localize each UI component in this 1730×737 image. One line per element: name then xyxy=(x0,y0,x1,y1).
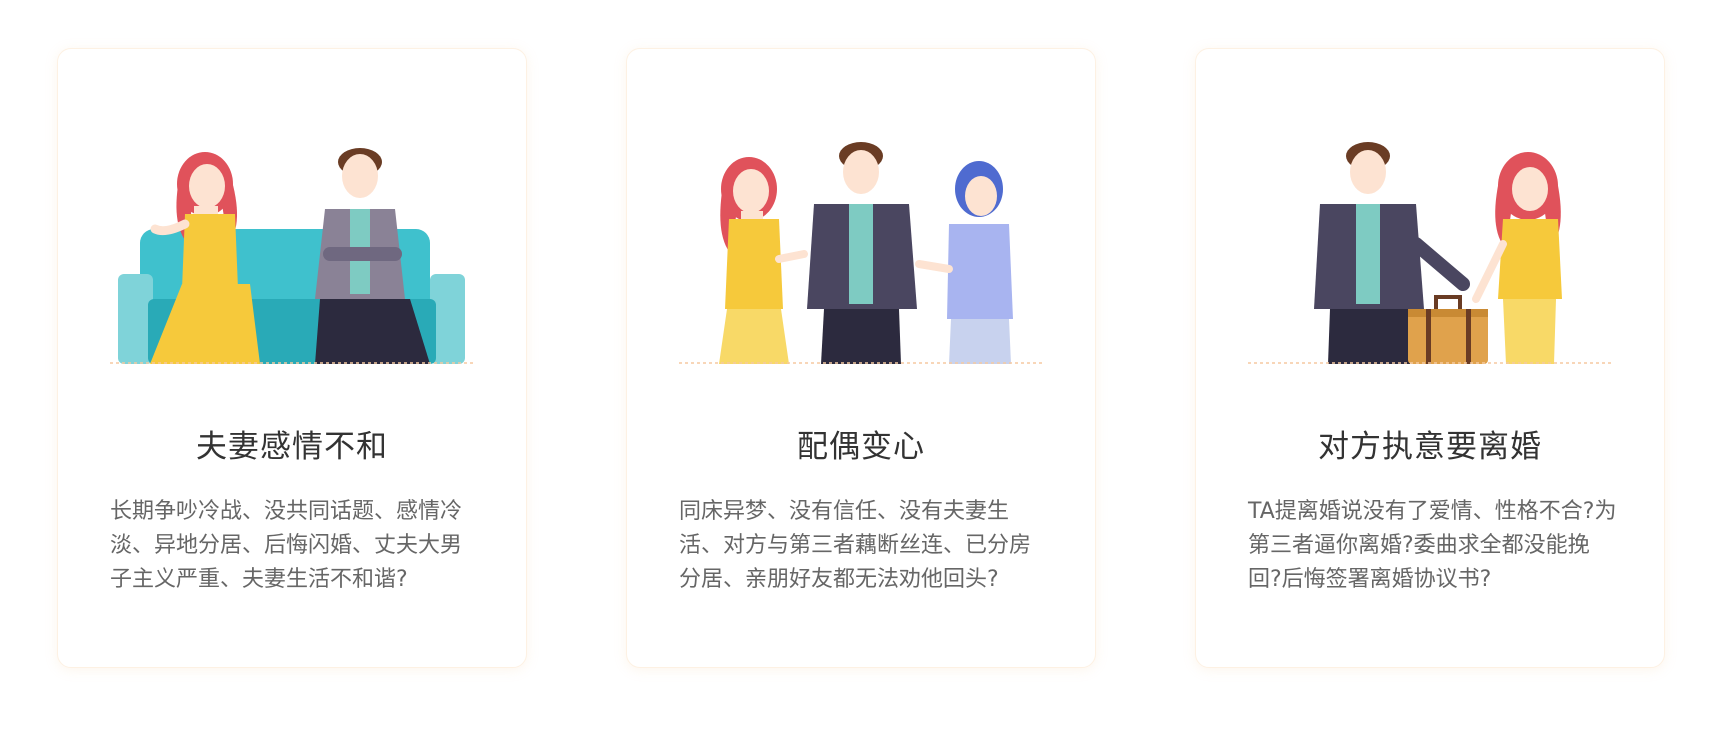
woman-leaving-with-suitcase-illustration xyxy=(1248,114,1613,364)
card-title: 配偶变心 xyxy=(797,429,925,465)
cards-section: 夫妻感情不和 长期争吵冷战、没共同话题、感情冷淡、异地分居、后悔闪婚、丈夫大男子… xyxy=(0,0,1730,737)
card-marriage-discord[interactable]: 夫妻感情不和 长期争吵冷战、没共同话题、感情冷淡、异地分居、后悔闪婚、丈夫大男子… xyxy=(57,48,527,668)
card-partner-insists-divorce[interactable]: 对方执意要离婚 TA提离婚说没有了爱情、性格不合?为第三者逼你离婚?委曲求全都没… xyxy=(1195,48,1665,668)
card-description: TA提离婚说没有了爱情、性格不合?为第三者逼你离婚?委曲求全都没能挽回?后悔签署… xyxy=(1248,499,1617,592)
card-description: 同床异梦、没有信任、没有夫妻生活、对方与第三者藕断丝连、已分房分居、亲朋好友都无… xyxy=(679,499,1032,592)
card-description: 长期争吵冷战、没共同话题、感情冷淡、异地分居、后悔闪婚、丈夫大男子主义严重、夫妻… xyxy=(110,499,463,592)
love-triangle-illustration xyxy=(679,114,1044,364)
card-title: 夫妻感情不和 xyxy=(196,429,388,465)
card-spouse-unfaithful[interactable]: 配偶变心 同床异梦、没有信任、没有夫妻生活、对方与第三者藕断丝连、已分房分居、亲… xyxy=(626,48,1096,668)
card-title: 对方执意要离婚 xyxy=(1318,429,1542,465)
couple-on-sofa-illustration xyxy=(110,114,475,364)
